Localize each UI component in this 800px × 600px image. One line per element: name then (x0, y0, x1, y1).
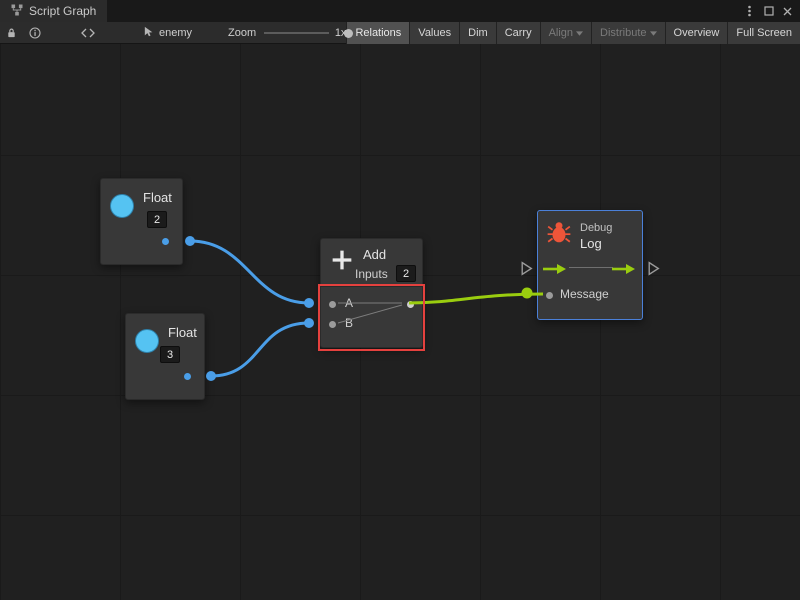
align-button[interactable]: Align (540, 22, 591, 44)
graph-pointer-icon (143, 26, 154, 40)
wire-endpoint-dot[interactable] (206, 371, 216, 381)
distribute-button-label: Distribute (600, 27, 646, 39)
float-value-field[interactable]: 2 (147, 211, 167, 228)
info-icon[interactable] (23, 22, 47, 44)
window-controls (741, 0, 800, 22)
dropdown-arrow-icon (650, 27, 657, 39)
code-icon[interactable] (75, 22, 101, 44)
bug-icon (546, 219, 572, 250)
wire-float-a-to-add[interactable] (190, 241, 309, 303)
float-icon (110, 194, 134, 218)
node-title: Log (580, 236, 602, 251)
node-category: Debug (580, 222, 612, 234)
carry-button[interactable]: Carry (496, 22, 540, 44)
zoom-label: Zoom (228, 27, 256, 39)
wire-endpoint-dot[interactable] (304, 318, 314, 328)
lock-icon[interactable] (0, 22, 23, 44)
node-float-b[interactable]: Float 3 (125, 313, 205, 400)
title-bar: Script Graph (0, 0, 800, 22)
graph-name: enemy (159, 27, 192, 39)
node-float-a[interactable]: Float 2 (100, 178, 183, 265)
close-icon[interactable] (779, 2, 796, 20)
unity-script-graph-window: Script Graph ene (0, 0, 800, 600)
dropdown-arrow-icon (576, 27, 583, 39)
full-screen-button[interactable]: Full Screen (727, 22, 800, 44)
wire-add-to-log[interactable] (409, 294, 543, 303)
values-button-label: Values (418, 27, 451, 39)
input-port-a-dot[interactable] (329, 301, 336, 308)
tab-script-graph[interactable]: Script Graph (0, 0, 107, 22)
graph-toolbar: enemy Zoom 1x Relations Values Dim Carry… (0, 22, 800, 44)
wire-endpoint-dot[interactable] (522, 288, 533, 299)
node-debug-log[interactable]: Debug Log Message (537, 210, 643, 320)
output-port-dot[interactable] (184, 373, 191, 380)
graph-icon (11, 4, 23, 19)
inputs-count-field[interactable]: 2 (396, 265, 416, 282)
wire-endpoint-dot[interactable] (304, 298, 314, 308)
graph-breadcrumb[interactable]: enemy (143, 26, 192, 40)
relations-button-label: Relations (355, 27, 401, 39)
float-icon (135, 329, 159, 353)
node-title: Float (143, 190, 172, 205)
overview-button[interactable]: Overview (665, 22, 728, 44)
plus-icon (331, 249, 353, 276)
flow-output-port-triangle[interactable] (647, 261, 660, 281)
distribute-button[interactable]: Distribute (591, 22, 664, 44)
overview-button-label: Overview (674, 27, 720, 39)
tab-title: Script Graph (29, 4, 96, 18)
input-port-message-dot[interactable] (546, 292, 553, 299)
zoom-slider-knob[interactable] (344, 29, 353, 38)
dim-button[interactable]: Dim (459, 22, 496, 44)
node-title: Float (168, 325, 197, 340)
input-port-message-label: Message (560, 287, 609, 301)
float-value-field[interactable]: 3 (160, 346, 180, 363)
flow-input-port-triangle[interactable] (520, 261, 533, 281)
node-add[interactable]: Add Inputs 2 A B (320, 238, 423, 348)
titlebar-spacer (107, 0, 741, 22)
input-port-b-dot[interactable] (329, 321, 336, 328)
full-screen-button-label: Full Screen (736, 27, 792, 39)
zoom-slider[interactable] (264, 22, 329, 44)
input-port-b-label: B (345, 316, 353, 330)
zoom-slider-track (264, 32, 329, 34)
output-port-sum-dot[interactable] (407, 301, 414, 308)
input-port-a-label: A (345, 296, 353, 310)
flow-arrow-out-icon[interactable] (612, 262, 636, 280)
values-button[interactable]: Values (409, 22, 459, 44)
carry-button-label: Carry (505, 27, 532, 39)
output-port-dot[interactable] (162, 238, 169, 245)
node-title: Add (363, 247, 386, 262)
maximize-icon[interactable] (760, 2, 777, 20)
node-divider (321, 286, 422, 287)
dim-button-label: Dim (468, 27, 488, 39)
wire-endpoint-dot[interactable] (185, 236, 195, 246)
toolbar-buttons: Relations Values Dim Carry Align Distrib… (346, 22, 800, 44)
relations-button[interactable]: Relations (346, 22, 409, 44)
align-button-label: Align (549, 27, 573, 39)
flow-arrow-in-icon[interactable] (543, 262, 567, 280)
menu-icon[interactable] (741, 2, 758, 20)
graph-canvas[interactable]: Float 2 Float 3 Add Inputs 2 A B (0, 44, 800, 600)
inputs-label: Inputs (355, 267, 388, 281)
wire-float-b-to-add[interactable] (211, 323, 309, 376)
flow-relation-line (569, 267, 613, 268)
